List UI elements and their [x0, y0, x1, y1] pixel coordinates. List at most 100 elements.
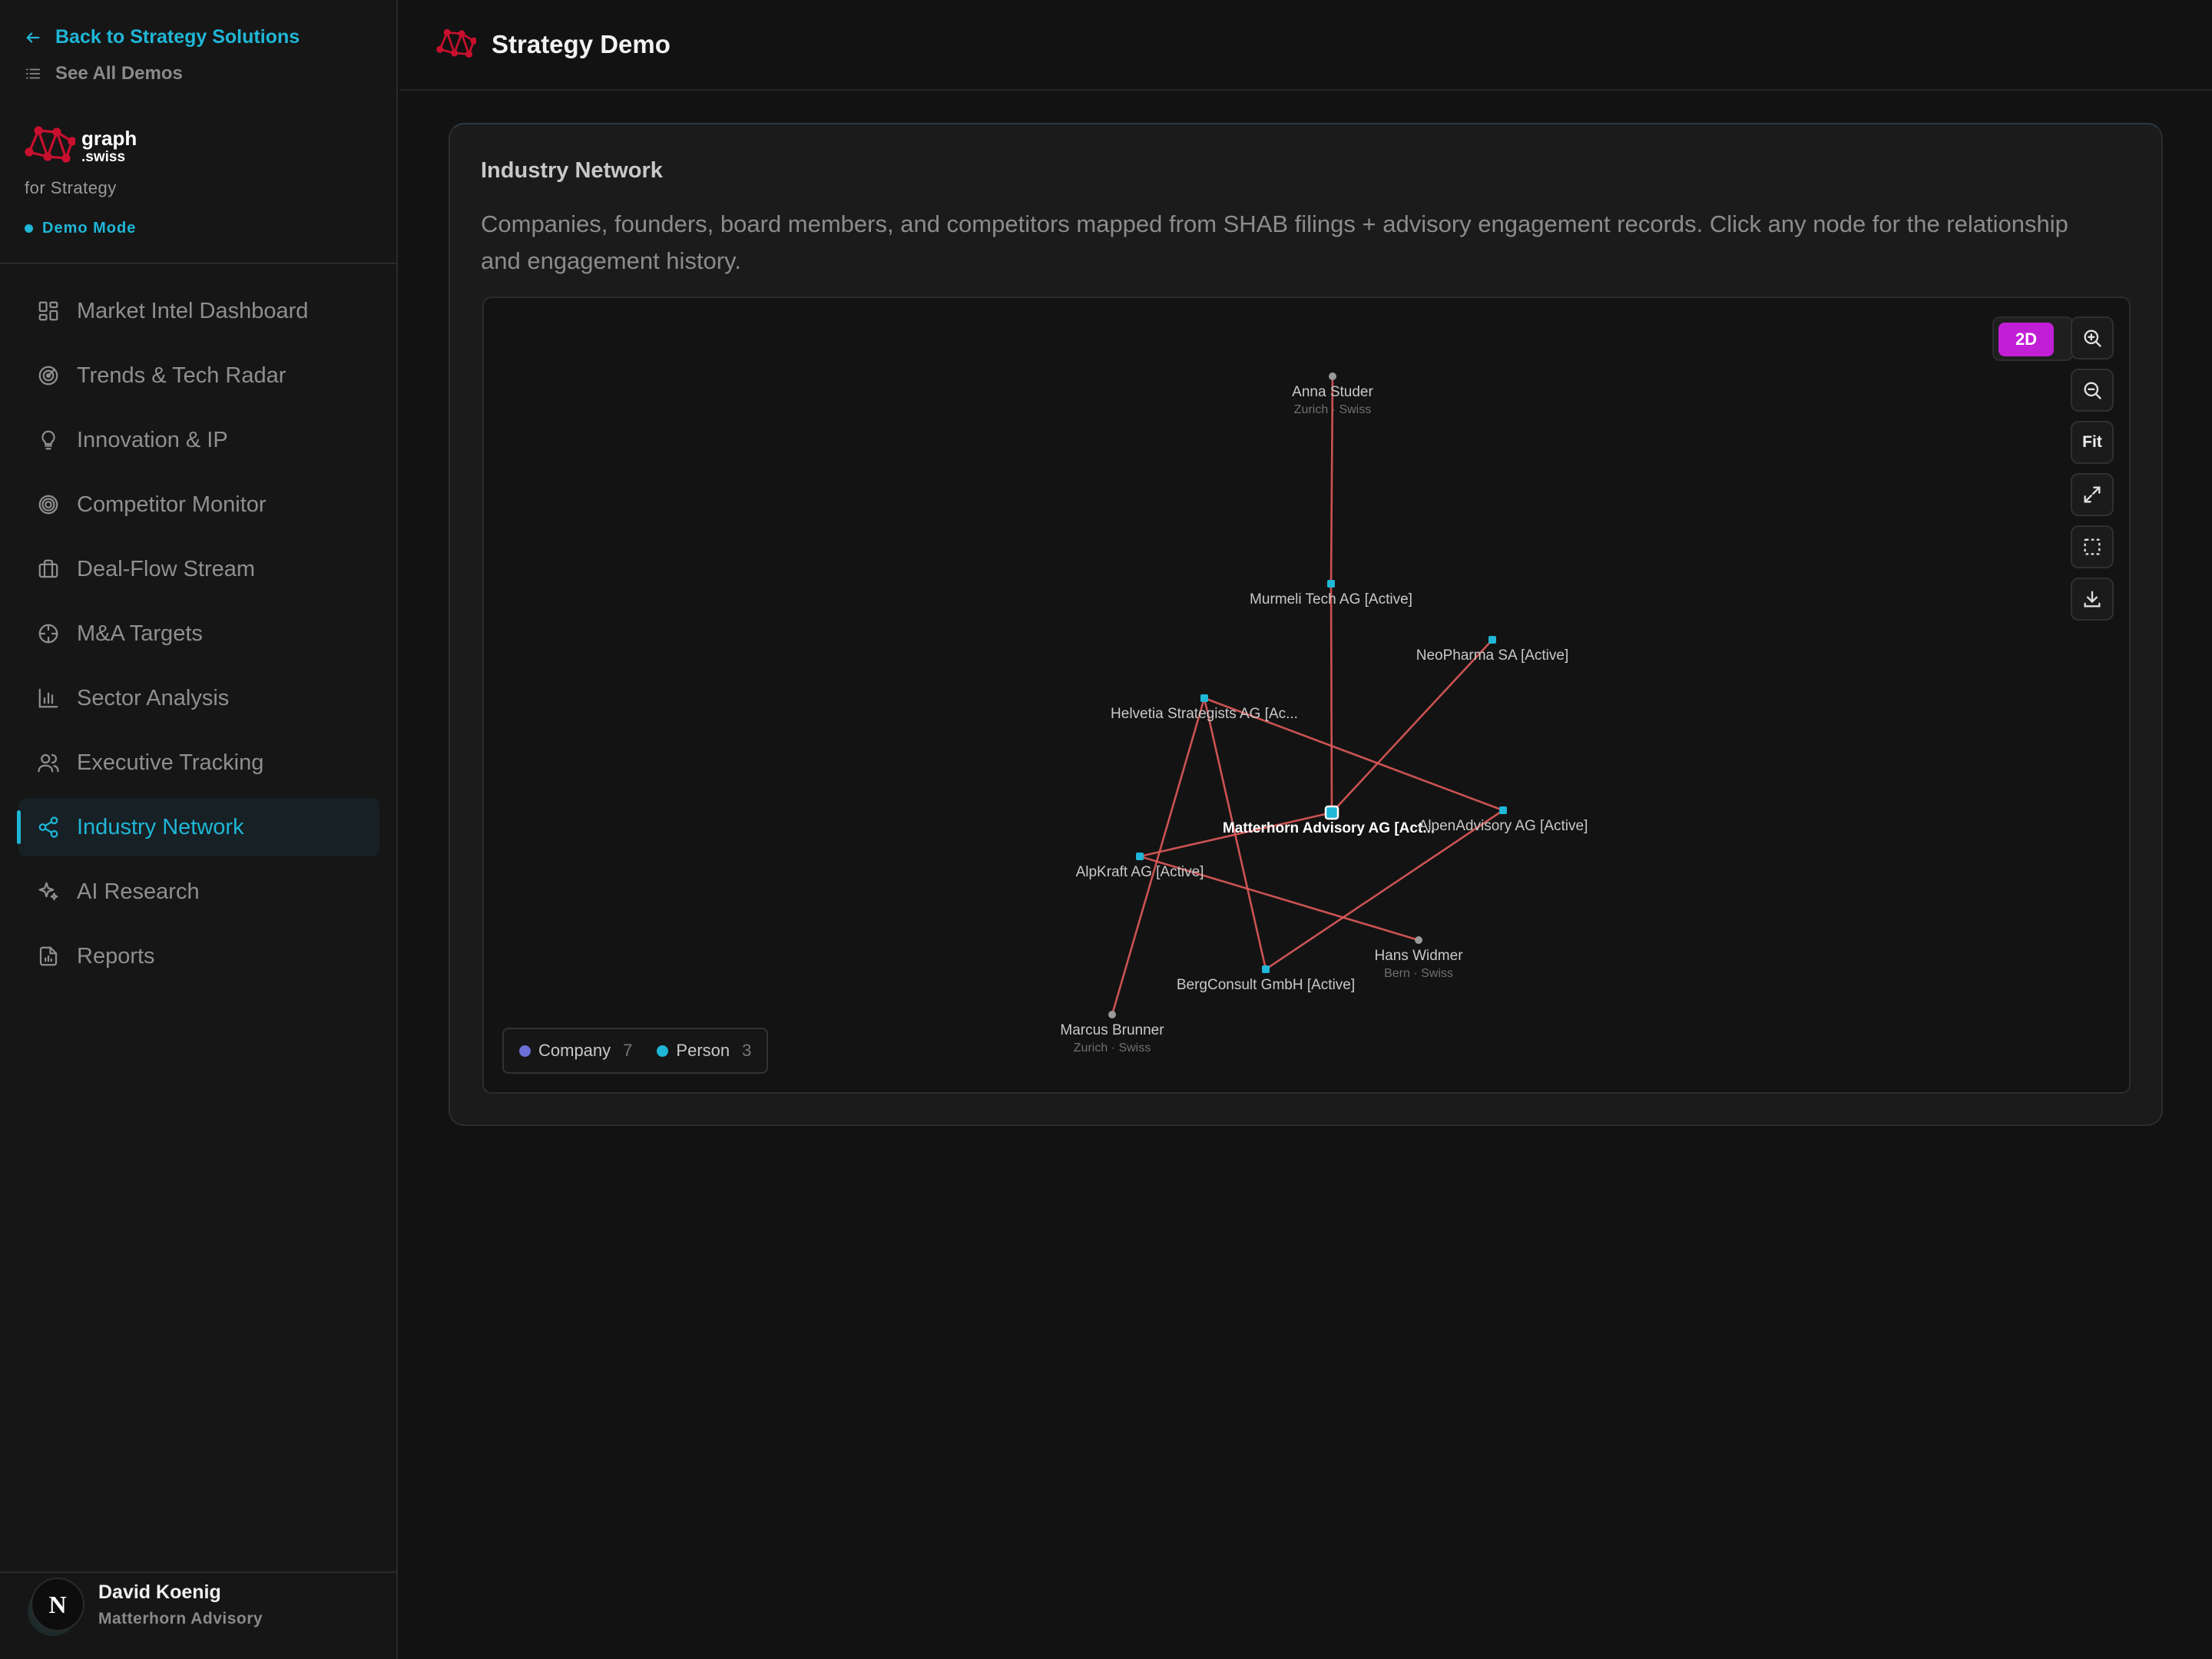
bar-chart-icon [38, 688, 58, 708]
graph-node-hans[interactable]: Hans Widmer Bern · Swiss [1374, 936, 1463, 980]
sparkles-icon [38, 882, 58, 901]
graph-edge[interactable] [1331, 639, 1493, 813]
graph-node-marcus[interactable]: Marcus Brunner Zurich · Swiss [1060, 1011, 1164, 1055]
download-icon [2084, 591, 2101, 608]
sidebar-item-trends-tech-radar[interactable]: Trends & Tech Radar [18, 346, 379, 405]
list-icon [25, 68, 41, 79]
sidebar-item-label: Trends & Tech Radar [77, 363, 286, 388]
sidebar-item-label: Executive Tracking [77, 750, 264, 775]
node-label: BergConsult GmbH [Active] [1177, 977, 1355, 993]
graph-node-berg[interactable]: BergConsult GmbH [Active] [1177, 965, 1355, 993]
dashboard-grid-icon [38, 301, 58, 321]
fullscreen-button[interactable] [2071, 473, 2114, 516]
avatar: N [31, 1578, 84, 1631]
person-node-marker[interactable] [1329, 373, 1336, 380]
network-graph-canvas[interactable]: Anna Studer Zurich · Swiss Murmeli Tech AG… [482, 296, 2131, 1094]
crosshair-icon [38, 624, 58, 644]
sidebar-item-industry-network[interactable]: Industry Network [17, 798, 379, 856]
sidebar-item-competitor-monitor[interactable]: Competitor Monitor [18, 475, 379, 534]
demo-mode-badge: Demo Mode [25, 220, 136, 237]
brand-subtitle: for Strategy [25, 178, 117, 197]
sidebar-item-deal-flow-stream[interactable]: Deal-Flow Stream [18, 540, 379, 598]
graph-node-neopharma[interactable]: NeoPharma SA [Active] [1416, 636, 1569, 664]
radar-icon [38, 366, 58, 386]
brand-name: graph [81, 126, 137, 150]
legend-count: 7 [623, 1041, 633, 1060]
back-to-solutions-link[interactable]: Back to Strategy Solutions [25, 26, 300, 48]
sidebar-footer-divider [0, 1571, 398, 1573]
company-node-marker[interactable] [1200, 694, 1208, 702]
page-title: Strategy Demo [492, 30, 671, 58]
node-label: NeoPharma SA [Active] [1416, 647, 1569, 664]
sidebar-item-label: Reports [77, 943, 155, 969]
sidebar-item-ai-research[interactable]: AI Research [18, 863, 379, 921]
legend-count: 3 [742, 1041, 752, 1060]
sidebar-divider [0, 263, 398, 264]
sidebar-item-label: M&A Targets [77, 621, 203, 646]
expand-icon [2084, 486, 2101, 503]
legend-label: Person [676, 1041, 730, 1060]
sidebar-item-reports[interactable]: Reports [18, 927, 379, 985]
target-icon [38, 495, 58, 515]
graph-edges [1111, 376, 1504, 1015]
node-sublabel: Bern · Swiss [1384, 967, 1453, 980]
graph-node-anna[interactable]: Anna Studer Zurich · Swiss [1292, 373, 1373, 416]
sidebar-item-innovation-ip[interactable]: Innovation & IP [18, 411, 379, 469]
sidebar-item-label: Innovation & IP [77, 427, 228, 452]
industry-network-card: Industry Network Companies, founders, bo… [449, 123, 2163, 1126]
legend-item-company[interactable]: Company 7 [519, 1041, 632, 1061]
box-select-button[interactable] [2071, 525, 2114, 568]
company-node-marker[interactable] [1136, 853, 1144, 860]
graph-nodes: Anna Studer Zurich · Swiss Murmeli Tech AG… [1060, 373, 1588, 1055]
user-profile[interactable]: N David Koenig Matterhorn Advisory [31, 1578, 263, 1631]
person-node-marker[interactable] [1415, 936, 1422, 944]
legend-item-person[interactable]: Person 3 [657, 1041, 751, 1061]
sidebar-item-ma-targets[interactable]: M&A Targets [18, 604, 379, 663]
graph-edge[interactable] [1111, 697, 1206, 1015]
graph-logo-icon [25, 123, 75, 169]
selection-box-icon [2084, 538, 2101, 555]
brand-wordmark: graph .swiss [81, 128, 137, 164]
zoom-out-button[interactable] [2071, 369, 2114, 412]
node-label: Marcus Brunner [1060, 1022, 1164, 1038]
zoom-out-icon [2084, 382, 2101, 399]
node-label: Matterhorn Advisory AG [Act... [1223, 820, 1435, 836]
card-title: Industry Network [481, 158, 663, 183]
graph-node-murmeli[interactable]: Murmeli Tech AG [Active] [1250, 580, 1412, 608]
network-graph[interactable]: Anna Studer Zurich · Swiss Murmeli Tech AG… [484, 298, 2131, 1094]
sidebar-nav: Market Intel Dashboard Trends & Tech Rad… [17, 282, 379, 992]
see-all-demos-link[interactable]: See All Demos [25, 63, 183, 84]
user-org: Matterhorn Advisory [98, 1609, 263, 1628]
fit-button[interactable]: Fit [2071, 421, 2114, 464]
brand-domain: .swiss [81, 148, 126, 165]
zoom-in-button[interactable] [2071, 316, 2114, 359]
graph-node-alpen[interactable]: AlpenAdvisory AG [Active] [1419, 806, 1588, 834]
company-node-marker[interactable] [1499, 806, 1507, 814]
sidebar-item-label: AI Research [77, 879, 200, 904]
node-sublabel: Zurich · Swiss [1294, 403, 1371, 416]
graph-edge[interactable] [1330, 583, 1333, 813]
sidebar-item-executive-tracking[interactable]: Executive Tracking [18, 733, 379, 792]
sidebar-item-market-intel-dashboard[interactable]: Market Intel Dashboard [18, 282, 379, 340]
view-mode-toggle[interactable]: 2D [1992, 316, 2074, 361]
node-label: AlpenAdvisory AG [Active] [1419, 818, 1588, 834]
back-link-label: Back to Strategy Solutions [55, 26, 300, 48]
company-node-marker[interactable] [1327, 580, 1335, 588]
sidebar-item-sector-analysis[interactable]: Sector Analysis [18, 669, 379, 727]
company-node-marker[interactable] [1488, 636, 1496, 644]
brand-logo[interactable]: graph .swiss [25, 123, 137, 169]
graph-node-alpkraft[interactable]: AlpKraft AG [Active] [1076, 853, 1204, 880]
node-label: Hans Widmer [1374, 948, 1463, 964]
company-node-marker[interactable] [1324, 805, 1339, 820]
fit-label: Fit [2082, 433, 2102, 451]
node-label: AlpKraft AG [Active] [1076, 864, 1204, 880]
lightbulb-icon [41, 430, 55, 450]
graph-node-matterhorn[interactable]: Matterhorn Advisory AG [Act... [1223, 805, 1435, 836]
person-node-marker[interactable] [1108, 1011, 1116, 1018]
download-button[interactable] [2071, 578, 2114, 621]
mode-2d-button[interactable]: 2D [1998, 323, 2054, 356]
graph-node-helvetia[interactable]: Helvetia Strategists AG [Ac... [1111, 694, 1298, 722]
company-node-marker[interactable] [1262, 965, 1270, 973]
node-sublabel: Zurich · Swiss [1074, 1041, 1151, 1055]
sidebar-item-label: Industry Network [77, 814, 244, 839]
